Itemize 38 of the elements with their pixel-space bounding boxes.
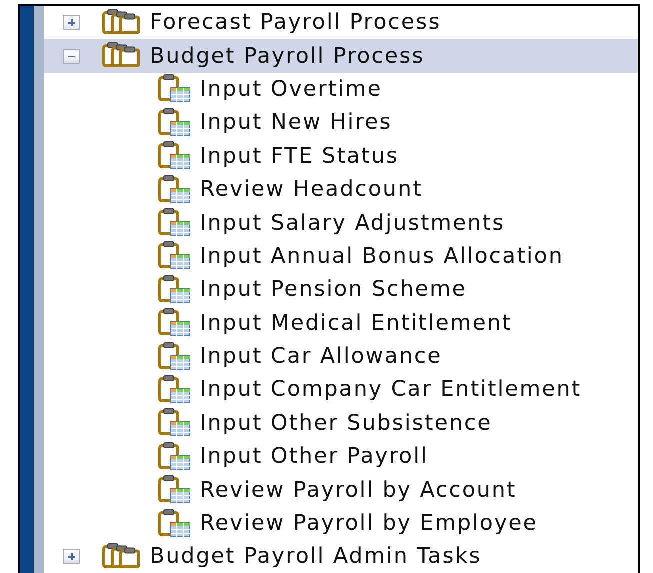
- tree-item[interactable]: Input Pension Scheme: [200, 277, 467, 302]
- tree-item[interactable]: Review Headcount: [200, 177, 423, 202]
- clipboard-table-icon: [158, 174, 192, 205]
- clipboard-table-icon: [158, 508, 192, 539]
- clipboard-table-icon: [158, 308, 192, 338]
- tree-item[interactable]: Input Overtime: [200, 76, 382, 102]
- tree-item[interactable]: Input Salary Adjustments: [200, 210, 506, 236]
- tree-item[interactable]: Budget Payroll Process: [150, 44, 425, 69]
- clipboards-icon: [102, 42, 140, 70]
- tree-item[interactable]: Input Annual Bonus Allocation: [200, 244, 564, 269]
- tree-item[interactable]: Input Other Payroll: [200, 444, 428, 470]
- expand-toggle[interactable]: [63, 549, 80, 564]
- tree-item-highlight[interactable]: Budget Payroll Process: [44, 39, 638, 73]
- clipboard-table-icon: [158, 141, 192, 172]
- collapse-toggle[interactable]: [63, 48, 80, 64]
- tree-item[interactable]: Budget Payroll Admin Tasks: [150, 544, 482, 570]
- expand-toggle[interactable]: [63, 15, 80, 30]
- clipboard-table-icon: [158, 374, 192, 405]
- tree-item[interactable]: Input New Hires: [200, 110, 392, 136]
- clipboard-table-icon: [158, 475, 192, 506]
- clipboard-table-icon: [158, 408, 192, 438]
- tree-item[interactable]: Input Company Car Entitlement: [200, 377, 582, 402]
- tree-item[interactable]: Input Medical Entitlement: [200, 310, 512, 336]
- clipboard-table-icon: [158, 108, 192, 138]
- clipboard-table-icon: [158, 274, 192, 305]
- tree-item[interactable]: Forecast Payroll Process: [150, 10, 442, 36]
- clipboard-table-icon: [158, 208, 192, 238]
- tree-item[interactable]: Input FTE Status: [200, 144, 399, 169]
- tree-item[interactable]: Input Car Allowance: [200, 344, 442, 370]
- clipboard-table-icon: [158, 74, 192, 104]
- clipboard-table-icon: [158, 342, 192, 372]
- clipboard-table-icon: [158, 241, 192, 272]
- tree-item[interactable]: Input Other Subsistence: [200, 410, 492, 436]
- clipboards-icon: [102, 8, 140, 37]
- tree-item[interactable]: Review Payroll by Employee: [200, 511, 538, 536]
- tree-item[interactable]: Review Payroll by Account: [200, 478, 517, 503]
- clipboards-icon: [102, 542, 140, 571]
- clipboard-table-icon: [158, 442, 192, 472]
